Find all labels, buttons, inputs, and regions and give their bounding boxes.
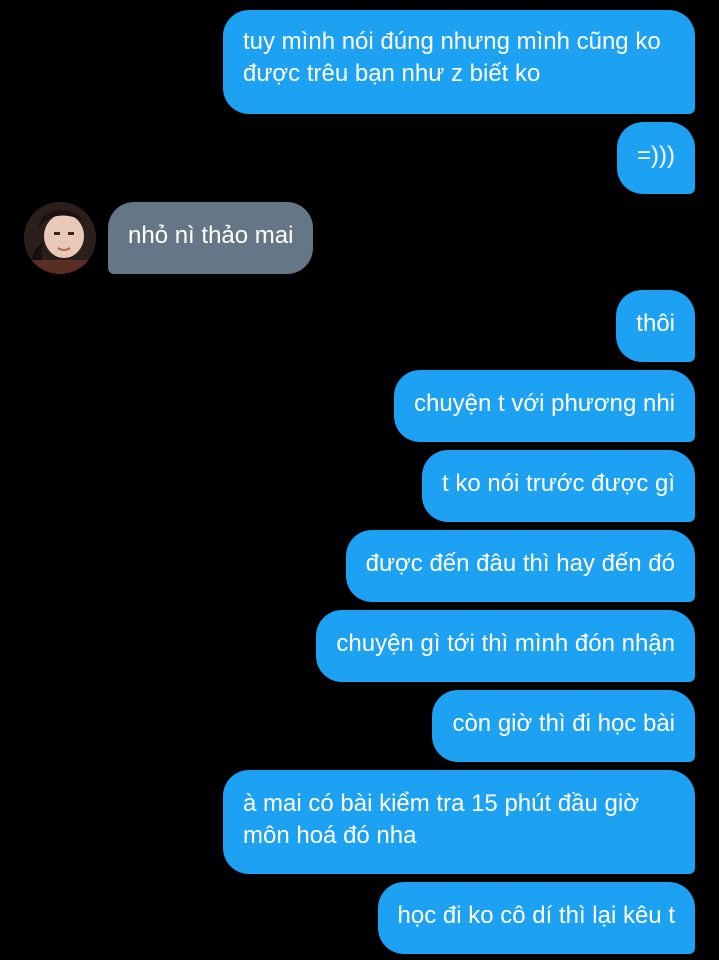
avatar-photo-icon xyxy=(24,202,96,274)
message-bubble-outgoing[interactable]: chuyện t với phương nhi xyxy=(393,370,695,442)
message-text: tuy mình nói đúng nhưng mình cũng ko đượ… xyxy=(243,28,661,87)
message-text: học đi ko cô dí thì lại kêu t xyxy=(397,902,676,929)
message-bubble-outgoing[interactable]: tuy mình nói đúng nhưng mình cũng ko đượ… xyxy=(223,10,695,114)
message-bubble-outgoing[interactable]: còn giờ thì đi học bài xyxy=(432,690,695,762)
message-text: à mai có bài kiểm tra 15 phút đầu giờ mô… xyxy=(243,790,639,849)
message-bubble-outgoing[interactable]: học đi ko cô dí thì lại kêu t xyxy=(377,882,695,954)
message-text: nhỏ nì thảo mai xyxy=(128,222,294,249)
message-thread: tuy mình nói đúng nhưng mình cũng ko đượ… xyxy=(0,0,719,960)
message-bubble-outgoing[interactable]: t ko nói trước được gì xyxy=(421,450,695,522)
message-bubble-outgoing[interactable]: thôi xyxy=(616,290,695,362)
message-text: t ko nói trước được gì xyxy=(441,470,675,497)
message-text: được đến đâu thì hay đến đó xyxy=(365,550,675,577)
message-bubble-outgoing[interactable]: =))) xyxy=(617,122,695,194)
message-text: còn giờ thì đi học bài xyxy=(452,710,675,737)
message-bubble-incoming[interactable]: nhỏ nì thảo mai xyxy=(108,202,314,274)
message-text: thôi xyxy=(636,310,675,337)
contact-avatar[interactable] xyxy=(24,202,96,274)
message-text: chuyện gì tới thì mình đón nhận xyxy=(336,630,675,657)
message-bubble-outgoing[interactable]: chuyện gì tới thì mình đón nhận xyxy=(316,610,695,682)
message-bubble-outgoing[interactable]: à mai có bài kiểm tra 15 phút đầu giờ mô… xyxy=(223,770,695,874)
message-bubble-outgoing[interactable]: được đến đâu thì hay đến đó xyxy=(345,530,695,602)
message-text: =))) xyxy=(637,142,675,169)
message-text: chuyện t với phương nhi xyxy=(413,390,675,417)
